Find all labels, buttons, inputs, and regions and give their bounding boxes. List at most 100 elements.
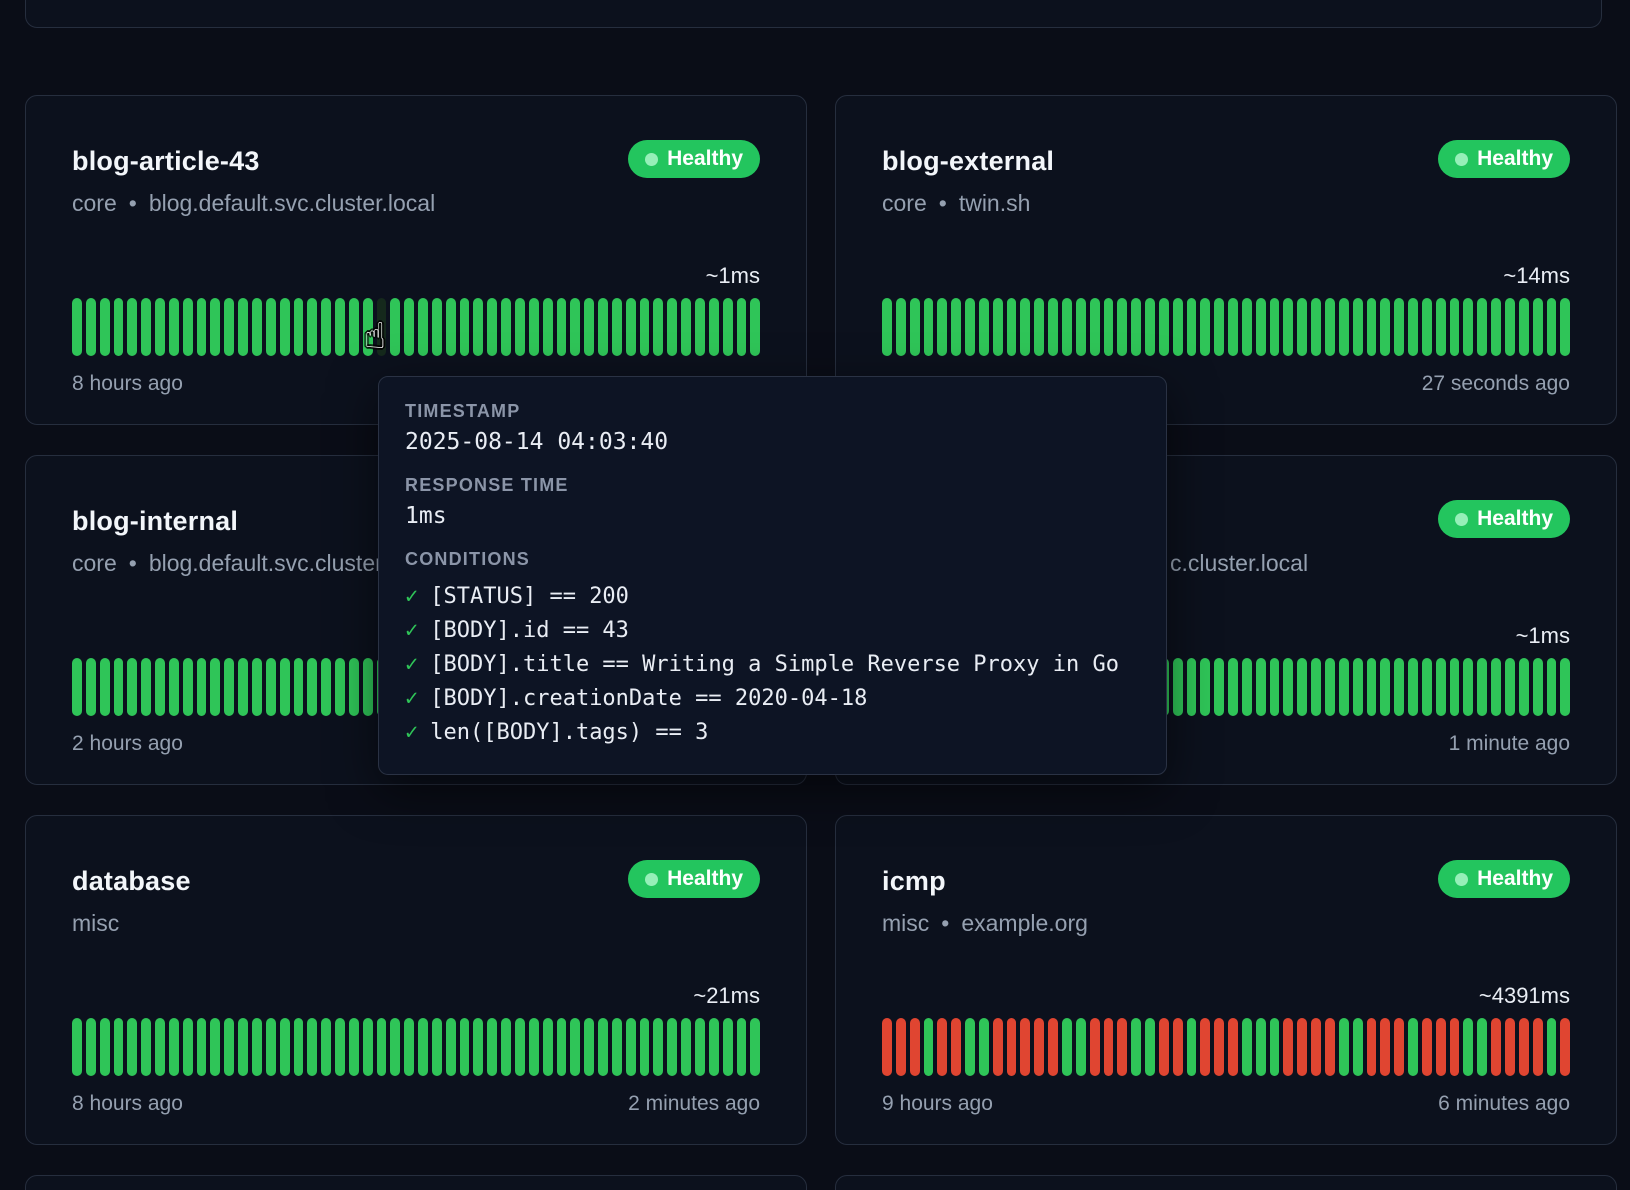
status-bar[interactable] bbox=[349, 298, 359, 356]
status-bar[interactable] bbox=[266, 298, 276, 356]
status-bar[interactable] bbox=[965, 298, 975, 356]
status-bar[interactable] bbox=[183, 1018, 193, 1076]
status-bar[interactable] bbox=[1339, 658, 1349, 716]
status-bar[interactable] bbox=[1367, 298, 1377, 356]
status-bar[interactable] bbox=[294, 1018, 304, 1076]
status-bar[interactable] bbox=[1491, 298, 1501, 356]
status-bar[interactable] bbox=[1228, 1018, 1238, 1076]
status-bar[interactable] bbox=[114, 1018, 124, 1076]
status-bar[interactable] bbox=[598, 1018, 608, 1076]
status-bar[interactable] bbox=[1436, 658, 1446, 716]
status-bar[interactable] bbox=[1491, 1018, 1501, 1076]
status-bar[interactable] bbox=[1547, 298, 1557, 356]
status-bar[interactable] bbox=[1020, 298, 1030, 356]
status-bar[interactable] bbox=[1380, 658, 1390, 716]
status-bar[interactable] bbox=[1090, 1018, 1100, 1076]
status-bar[interactable] bbox=[238, 298, 248, 356]
status-bar[interactable] bbox=[197, 658, 207, 716]
status-bar[interactable] bbox=[965, 1018, 975, 1076]
status-bar[interactable] bbox=[224, 1018, 234, 1076]
status-bar[interactable] bbox=[1007, 298, 1017, 356]
status-bar[interactable] bbox=[570, 1018, 580, 1076]
status-bar[interactable] bbox=[155, 1018, 165, 1076]
status-bar[interactable] bbox=[1131, 298, 1141, 356]
status-bar[interactable] bbox=[1463, 1018, 1473, 1076]
status-bar[interactable] bbox=[1062, 298, 1072, 356]
status-bar[interactable] bbox=[529, 298, 539, 356]
status-bar[interactable] bbox=[473, 298, 483, 356]
status-bar[interactable] bbox=[667, 1018, 677, 1076]
status-bar[interactable] bbox=[1159, 1018, 1169, 1076]
endpoint-card-database[interactable]: database Healthy misc ~21ms 8 hours ago … bbox=[25, 815, 807, 1145]
status-bar[interactable] bbox=[197, 1018, 207, 1076]
status-bar[interactable] bbox=[100, 658, 110, 716]
status-bar[interactable] bbox=[210, 1018, 220, 1076]
status-bar[interactable] bbox=[114, 658, 124, 716]
status-bar[interactable] bbox=[127, 658, 137, 716]
status-bar[interactable] bbox=[1214, 658, 1224, 716]
status-bar[interactable] bbox=[1491, 658, 1501, 716]
status-bar[interactable] bbox=[446, 1018, 456, 1076]
status-bar[interactable] bbox=[1048, 298, 1058, 356]
status-bar[interactable] bbox=[681, 298, 691, 356]
status-bar[interactable] bbox=[1353, 1018, 1363, 1076]
status-bar[interactable] bbox=[1311, 298, 1321, 356]
status-bar[interactable] bbox=[487, 1018, 497, 1076]
status-bar[interactable] bbox=[460, 1018, 470, 1076]
status-bar[interactable] bbox=[1228, 298, 1238, 356]
status-bar[interactable] bbox=[557, 298, 567, 356]
status-bar[interactable] bbox=[1034, 1018, 1044, 1076]
status-bar[interactable] bbox=[640, 1018, 650, 1076]
status-bar[interactable] bbox=[141, 1018, 151, 1076]
status-bar[interactable] bbox=[1270, 1018, 1280, 1076]
partial-card-below-left[interactable] bbox=[25, 1175, 807, 1190]
status-bar[interactable] bbox=[1450, 298, 1460, 356]
status-bar[interactable] bbox=[1394, 658, 1404, 716]
status-bar[interactable] bbox=[1380, 298, 1390, 356]
status-bar[interactable] bbox=[626, 1018, 636, 1076]
status-bar[interactable] bbox=[653, 1018, 663, 1076]
status-bar[interactable] bbox=[1353, 658, 1363, 716]
status-bar[interactable] bbox=[1463, 658, 1473, 716]
status-bar[interactable] bbox=[1270, 658, 1280, 716]
status-bar[interactable] bbox=[626, 298, 636, 356]
status-bar[interactable] bbox=[723, 298, 733, 356]
status-bar[interactable] bbox=[1297, 298, 1307, 356]
status-bar[interactable] bbox=[210, 658, 220, 716]
status-bar[interactable] bbox=[1339, 1018, 1349, 1076]
status-bar[interactable] bbox=[882, 1018, 892, 1076]
status-bar[interactable] bbox=[1173, 298, 1183, 356]
status-bar[interactable] bbox=[473, 1018, 483, 1076]
status-bar[interactable] bbox=[1367, 1018, 1377, 1076]
partial-card-above[interactable] bbox=[25, 0, 1602, 28]
status-bar[interactable] bbox=[1076, 298, 1086, 356]
status-bar[interactable] bbox=[557, 1018, 567, 1076]
status-bar[interactable] bbox=[529, 1018, 539, 1076]
status-bar[interactable] bbox=[1256, 658, 1266, 716]
status-bar[interactable] bbox=[141, 658, 151, 716]
status-bar[interactable] bbox=[335, 298, 345, 356]
status-bar[interactable] bbox=[695, 298, 705, 356]
status-bar[interactable] bbox=[169, 1018, 179, 1076]
status-bar[interactable] bbox=[280, 1018, 290, 1076]
status-bar[interactable] bbox=[487, 298, 497, 356]
status-bar[interactable] bbox=[1325, 298, 1335, 356]
status-bar[interactable] bbox=[266, 658, 276, 716]
status-bar[interactable] bbox=[993, 298, 1003, 356]
status-bar[interactable] bbox=[307, 298, 317, 356]
status-bar[interactable] bbox=[1090, 298, 1100, 356]
status-bar[interactable] bbox=[390, 1018, 400, 1076]
partial-card-below-right[interactable] bbox=[835, 1175, 1617, 1190]
status-bar[interactable] bbox=[1477, 298, 1487, 356]
status-bar[interactable] bbox=[1380, 1018, 1390, 1076]
status-bar[interactable] bbox=[252, 658, 262, 716]
status-bar[interactable] bbox=[210, 298, 220, 356]
status-bar[interactable] bbox=[1283, 298, 1293, 356]
status-bar[interactable] bbox=[1007, 1018, 1017, 1076]
status-bar[interactable] bbox=[1256, 1018, 1266, 1076]
status-bar[interactable] bbox=[979, 1018, 989, 1076]
status-bar[interactable] bbox=[737, 1018, 747, 1076]
status-bar[interactable] bbox=[1477, 658, 1487, 716]
status-bar[interactable] bbox=[72, 658, 82, 716]
status-bar[interactable] bbox=[937, 298, 947, 356]
